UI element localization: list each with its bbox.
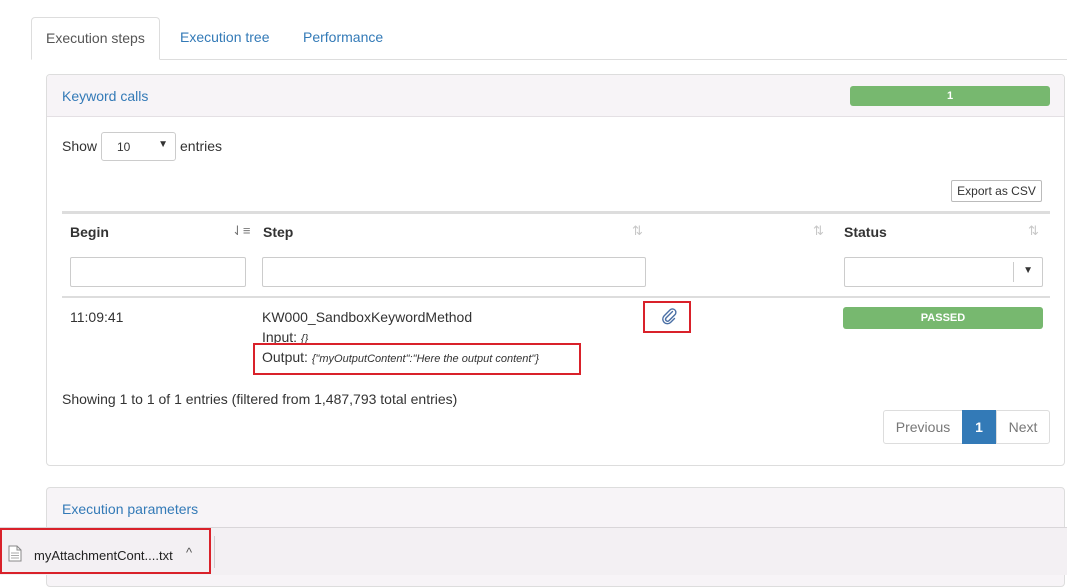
keyword-calls-panel: Keyword calls 1 Show 10 ▼ entries Export…: [46, 74, 1065, 466]
output-highlight-box: [253, 343, 581, 375]
step-filter-input[interactable]: [262, 257, 646, 287]
tab-execution-tree[interactable]: Execution tree: [166, 17, 284, 58]
column-header-step[interactable]: Step: [263, 224, 293, 240]
begin-cell: 11:09:41: [70, 309, 124, 325]
attachment-highlight-box: [643, 301, 691, 333]
column-header-begin[interactable]: Begin: [70, 224, 109, 240]
download-separator: [214, 536, 215, 568]
tab-performance[interactable]: Performance: [289, 17, 397, 58]
column-header-status[interactable]: Status: [844, 224, 887, 240]
show-label: Show: [62, 138, 98, 154]
status-filter-select[interactable]: ▼: [844, 257, 1043, 287]
page-size-value: 10: [117, 140, 131, 154]
step-name: KW000_SandboxKeywordMethod: [262, 309, 473, 325]
row-separator: [62, 296, 1050, 298]
panel-title[interactable]: Execution parameters: [62, 501, 198, 517]
caret-down-icon: ▼: [158, 139, 168, 150]
sort-icon[interactable]: ⇅: [632, 223, 643, 239]
sort-desc-icon[interactable]: ⇃≡: [232, 223, 250, 239]
pagination-next[interactable]: Next: [996, 410, 1050, 444]
begin-filter-input[interactable]: [70, 257, 246, 287]
status-badge: PASSED: [843, 307, 1043, 329]
pagination-previous[interactable]: Previous: [883, 410, 963, 444]
download-highlight-box: [0, 528, 211, 574]
panel-title[interactable]: Keyword calls: [62, 88, 148, 104]
panel-heading[interactable]: Keyword calls 1: [47, 75, 1064, 117]
table-top-border: [62, 211, 1050, 214]
entries-label: entries: [180, 138, 223, 154]
download-bar: myAttachmentCont....txt ^: [0, 527, 1067, 575]
sort-icon[interactable]: ⇅: [813, 223, 824, 239]
export-csv-button[interactable]: Export as CSV: [951, 180, 1042, 202]
table-info: Showing 1 to 1 of 1 entries (filtered fr…: [62, 391, 458, 407]
count-badge: 1: [850, 86, 1050, 106]
pagination-page-1[interactable]: 1: [962, 410, 996, 444]
select-divider: [1013, 262, 1014, 282]
tab-bar: Execution steps Execution tree Performan…: [31, 17, 1067, 60]
sort-icon[interactable]: ⇅: [1028, 223, 1039, 239]
caret-down-icon: ▼: [1023, 265, 1033, 276]
tab-execution-steps[interactable]: Execution steps: [31, 17, 160, 60]
page-size-select[interactable]: 10 ▼: [101, 132, 176, 161]
